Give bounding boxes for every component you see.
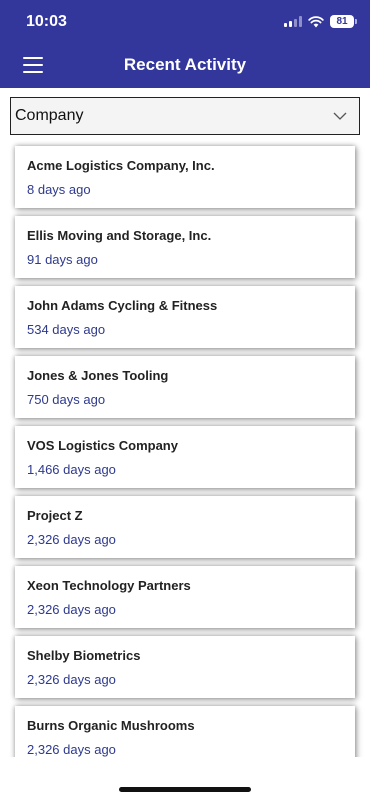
item-time-ago: 534 days ago bbox=[27, 322, 106, 337]
item-time-ago: 8 days ago bbox=[27, 182, 91, 197]
filter-dropdown[interactable]: Company bbox=[10, 97, 360, 135]
item-time-ago: 1,466 days ago bbox=[27, 462, 116, 477]
item-time-ago: 91 days ago bbox=[27, 252, 98, 267]
item-time-ago: 2,326 days ago bbox=[27, 742, 116, 757]
item-time-ago: 750 days ago bbox=[27, 392, 106, 407]
wifi-icon bbox=[308, 15, 324, 27]
item-name: John Adams Cycling & Fitness bbox=[27, 298, 218, 313]
home-indicator[interactable] bbox=[119, 787, 251, 792]
list-item[interactable]: Jones & Jones Tooling 750 days ago bbox=[15, 356, 355, 418]
list-item[interactable]: Project Z 2,326 days ago bbox=[15, 496, 355, 558]
activity-list[interactable]: Acme Logistics Company, Inc. 8 days ago … bbox=[0, 140, 370, 757]
app-header: 10:03 81 Recent Activity bbox=[0, 0, 370, 88]
cellular-signal-icon bbox=[284, 16, 302, 27]
status-time: 10:03 bbox=[26, 13, 67, 30]
item-name: Acme Logistics Company, Inc. bbox=[27, 158, 215, 173]
list-item[interactable]: Acme Logistics Company, Inc. 8 days ago bbox=[15, 146, 355, 208]
list-item[interactable]: John Adams Cycling & Fitness 534 days ag… bbox=[15, 286, 355, 348]
item-time-ago: 2,326 days ago bbox=[27, 602, 116, 617]
list-item[interactable]: Ellis Moving and Storage, Inc. 91 days a… bbox=[15, 216, 355, 278]
home-area bbox=[0, 757, 370, 800]
status-icons: 81 bbox=[284, 15, 357, 28]
item-name: VOS Logistics Company bbox=[27, 438, 178, 453]
item-name: Shelby Biometrics bbox=[27, 648, 141, 663]
item-name: Jones & Jones Tooling bbox=[27, 368, 169, 383]
item-name: Ellis Moving and Storage, Inc. bbox=[27, 228, 212, 243]
list-item[interactable]: Xeon Technology Partners 2,326 days ago bbox=[15, 566, 355, 628]
page-title: Recent Activity bbox=[123, 55, 247, 74]
filter-selected-value: Company bbox=[15, 107, 84, 124]
item-time-ago: 2,326 days ago bbox=[27, 532, 116, 547]
item-name: Project Z bbox=[27, 508, 83, 523]
battery-level: 81 bbox=[336, 16, 348, 27]
chevron-down-icon bbox=[333, 112, 347, 120]
item-name: Xeon Technology Partners bbox=[27, 578, 191, 593]
list-item[interactable]: Shelby Biometrics 2,326 days ago bbox=[15, 636, 355, 698]
list-item[interactable]: VOS Logistics Company 1,466 days ago bbox=[15, 426, 355, 488]
item-time-ago: 2,326 days ago bbox=[27, 672, 116, 687]
list-item[interactable]: Burns Organic Mushrooms 2,326 days ago bbox=[15, 706, 355, 757]
item-name: Burns Organic Mushrooms bbox=[27, 718, 195, 733]
battery-icon: 81 bbox=[330, 15, 357, 28]
